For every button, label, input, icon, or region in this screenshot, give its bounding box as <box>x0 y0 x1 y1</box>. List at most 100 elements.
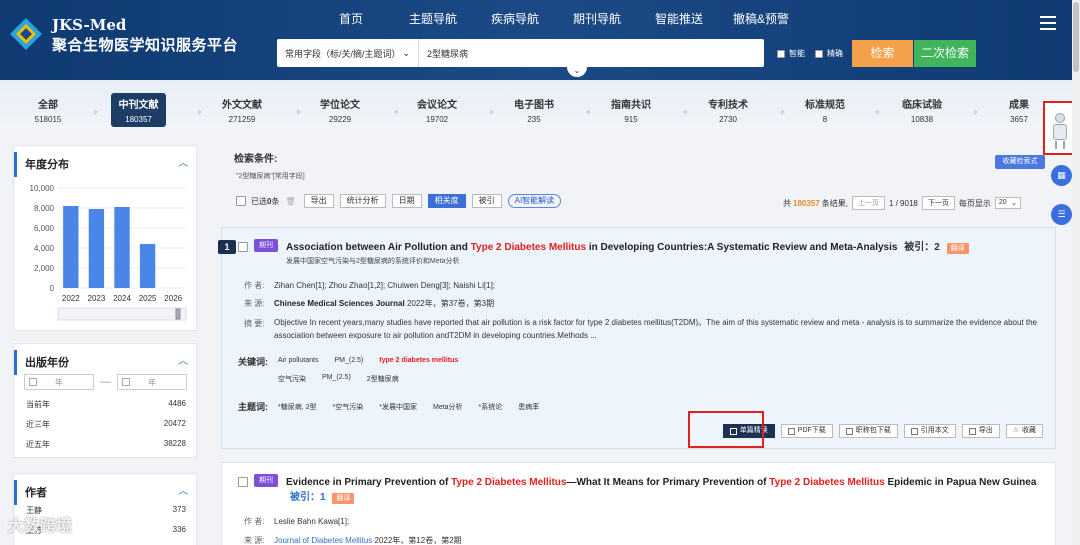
keywords-row: 空气污染 PM_(2.5) 2型糖尿病 <box>278 374 415 384</box>
export-button[interactable]: 导出 <box>303 194 334 208</box>
cited-count[interactable]: 被引：2 <box>904 242 940 253</box>
prev-page-button[interactable]: 上一页 <box>851 196 885 210</box>
scrollbar-thumb[interactable] <box>1073 2 1079 72</box>
year-from-input[interactable]: 年 <box>24 374 94 390</box>
next-page-button[interactable]: 下一页 <box>921 196 955 210</box>
search-field-select[interactable]: 常用字段（标/关/摘/主题词） ⌄ <box>277 39 419 67</box>
cat-standard[interactable]: 标准规范 8 <box>801 96 849 124</box>
scrollbar[interactable] <box>1072 0 1080 545</box>
chevron-down-icon: ⌄ <box>1010 200 1017 207</box>
chevron-up-icon[interactable]: ︿ <box>178 482 188 497</box>
subject-term[interactable]: *糖尿病, 2型 <box>278 402 317 412</box>
smart-checkbox[interactable] <box>777 49 785 58</box>
authors[interactable]: Leslie Bahn Kawa[1]; <box>274 517 349 526</box>
result-checkbox[interactable] <box>238 477 248 487</box>
nav-journal[interactable]: 期刊导航 <box>556 10 638 27</box>
save-query-button[interactable]: 收藏检索式 <box>995 155 1045 169</box>
star-icon: ☆ <box>1012 427 1019 434</box>
smart-option[interactable]: 智能 <box>777 48 805 59</box>
export-item-button[interactable]: 导出 <box>961 424 1000 438</box>
exact-label: 精确 <box>827 49 843 58</box>
subject-term[interactable]: *发展中国家 <box>379 402 417 412</box>
subject-term[interactable]: Meta分析 <box>433 402 463 412</box>
cat-clinical-trial[interactable]: 临床试验 10838 <box>898 96 946 124</box>
facet-row[interactable]: 近五年 38228 <box>26 439 186 450</box>
nav-retraction[interactable]: 撤稿&预警 <box>720 10 802 27</box>
qr-code-icon[interactable]: ▦ <box>1051 165 1072 186</box>
range-handle <box>175 308 181 320</box>
result-title[interactable]: Association between Air Pollution and Ty… <box>286 240 1046 255</box>
abstract-label: 摘 要: <box>244 319 265 328</box>
search-button[interactable]: 检索 <box>852 40 913 67</box>
keyword[interactable]: PM_(2.5) <box>322 374 351 384</box>
cat-thesis[interactable]: 学位论文 29229 <box>316 96 364 124</box>
keyword[interactable]: 空气污染 <box>278 374 306 384</box>
translate-button[interactable]: 翻译 <box>946 243 969 254</box>
cat-foreign[interactable]: 外文文献 271259 <box>218 96 266 124</box>
chevron-up-icon[interactable]: ︿ <box>178 352 188 367</box>
hamburger-menu-icon[interactable] <box>1040 16 1056 30</box>
nav-home[interactable]: 首页 <box>310 10 392 27</box>
cat-conference[interactable]: 会议论文 19702 <box>413 96 461 124</box>
ai-robot-assistant[interactable] <box>1043 101 1075 155</box>
cite-button[interactable]: 引用本文 <box>903 424 956 438</box>
cat-patent[interactable]: 专利技术 2730 <box>704 96 752 124</box>
secondary-search-button[interactable]: 二次检索 <box>914 40 976 67</box>
exact-option[interactable]: 精确 <box>815 48 843 59</box>
journal-link[interactable]: Journal of Diabetes Mellitus <box>274 536 372 545</box>
journal-link[interactable]: Chinese Medical Sciences Journal <box>274 299 405 308</box>
nav-topic[interactable]: 主题导航 <box>392 10 474 27</box>
search-input[interactable]: 2型糖尿病 <box>419 47 468 60</box>
per-page-select[interactable]: 20 ⌄ <box>994 197 1021 209</box>
keyword[interactable]: Air pollutants <box>278 357 318 364</box>
sort-relevance-button[interactable]: 相关度 <box>427 194 466 208</box>
trash-icon[interactable]: 🗑 <box>285 197 295 206</box>
separator-icon: ✧ <box>488 108 495 117</box>
cat-all[interactable]: 全部 518015 <box>30 96 66 124</box>
facet-row[interactable]: 当前年 4486 <box>26 399 186 410</box>
keyword[interactable]: 2型糖尿病 <box>367 374 399 384</box>
separator-icon: ✧ <box>196 108 203 117</box>
nav-disease[interactable]: 疾病导航 <box>474 10 556 27</box>
title-pack-download-button[interactable]: 职称包下载 <box>838 424 898 438</box>
year-to-input[interactable]: 年 <box>117 374 187 390</box>
type-tag: 期刊 <box>254 474 278 487</box>
stats-button[interactable]: 统计分析 <box>339 194 386 208</box>
total-count: 180357 <box>793 198 820 208</box>
year-bar-chart: 0 2,000 4,000 6,000 8,000 10,000 2022 2023 2024 2… <box>30 184 187 321</box>
sort-cited-button[interactable]: 被引 <box>471 194 502 208</box>
bar <box>114 207 130 288</box>
nav-push[interactable]: 智能推送 <box>638 10 720 27</box>
cat-guideline[interactable]: 指南共识 915 <box>607 96 655 124</box>
keyword-highlight[interactable]: type 2 diabetes mellitus <box>379 357 458 364</box>
select-all-checkbox[interactable] <box>236 196 246 206</box>
panel-title: 作者 <box>14 480 196 505</box>
subject-term[interactable]: *系统论 <box>479 402 503 412</box>
calendar-icon <box>122 378 130 386</box>
keyword[interactable]: PM_(2.5) <box>334 357 363 364</box>
total-suffix: 条结果, <box>821 198 848 208</box>
exact-checkbox[interactable] <box>815 49 823 58</box>
total-prefix: 共 <box>783 198 791 208</box>
collapse-chevron-icon[interactable]: ⌄ <box>567 65 587 77</box>
facet-row[interactable]: 近三年 20472 <box>26 419 186 430</box>
authors-line: 作 者: Leslie Bahn Kawa[1]; <box>244 517 350 526</box>
result-checkbox[interactable] <box>238 242 248 252</box>
sort-date-button[interactable]: 日期 <box>391 194 422 208</box>
result-title[interactable]: Evidence in Primary Prevention of Type 2… <box>286 475 1046 505</box>
feedback-icon[interactable]: ☰ <box>1051 204 1072 225</box>
authors[interactable]: Zihan Chen[1]; Zhou Zhao[1,2]; Chuiwen D… <box>274 281 495 290</box>
pdf-download-button[interactable]: PDF下载 <box>780 424 833 438</box>
favorite-button[interactable]: ☆ 收藏 <box>1005 424 1043 438</box>
subject-term[interactable]: 患病率 <box>518 402 539 412</box>
cat-ebook[interactable]: 电子图书 235 <box>510 96 558 124</box>
cited-count[interactable]: 被引：1 <box>290 492 326 503</box>
cat-achievement[interactable]: 成果 3657 <box>1002 96 1036 124</box>
cat-chinese-journal[interactable]: 中刊文献 180357 <box>111 93 166 127</box>
subject-term[interactable]: *空气污染 <box>333 402 364 412</box>
chevron-up-icon[interactable]: ︿ <box>178 154 188 169</box>
translate-button[interactable]: 翻译 <box>332 493 355 504</box>
page-indicator: 1 / 9018 <box>888 198 918 208</box>
keywords-row: Air pollutants PM_(2.5) type 2 diabetes … <box>278 357 474 364</box>
ai-interpret-button[interactable]: AI智能解读 <box>507 194 562 208</box>
